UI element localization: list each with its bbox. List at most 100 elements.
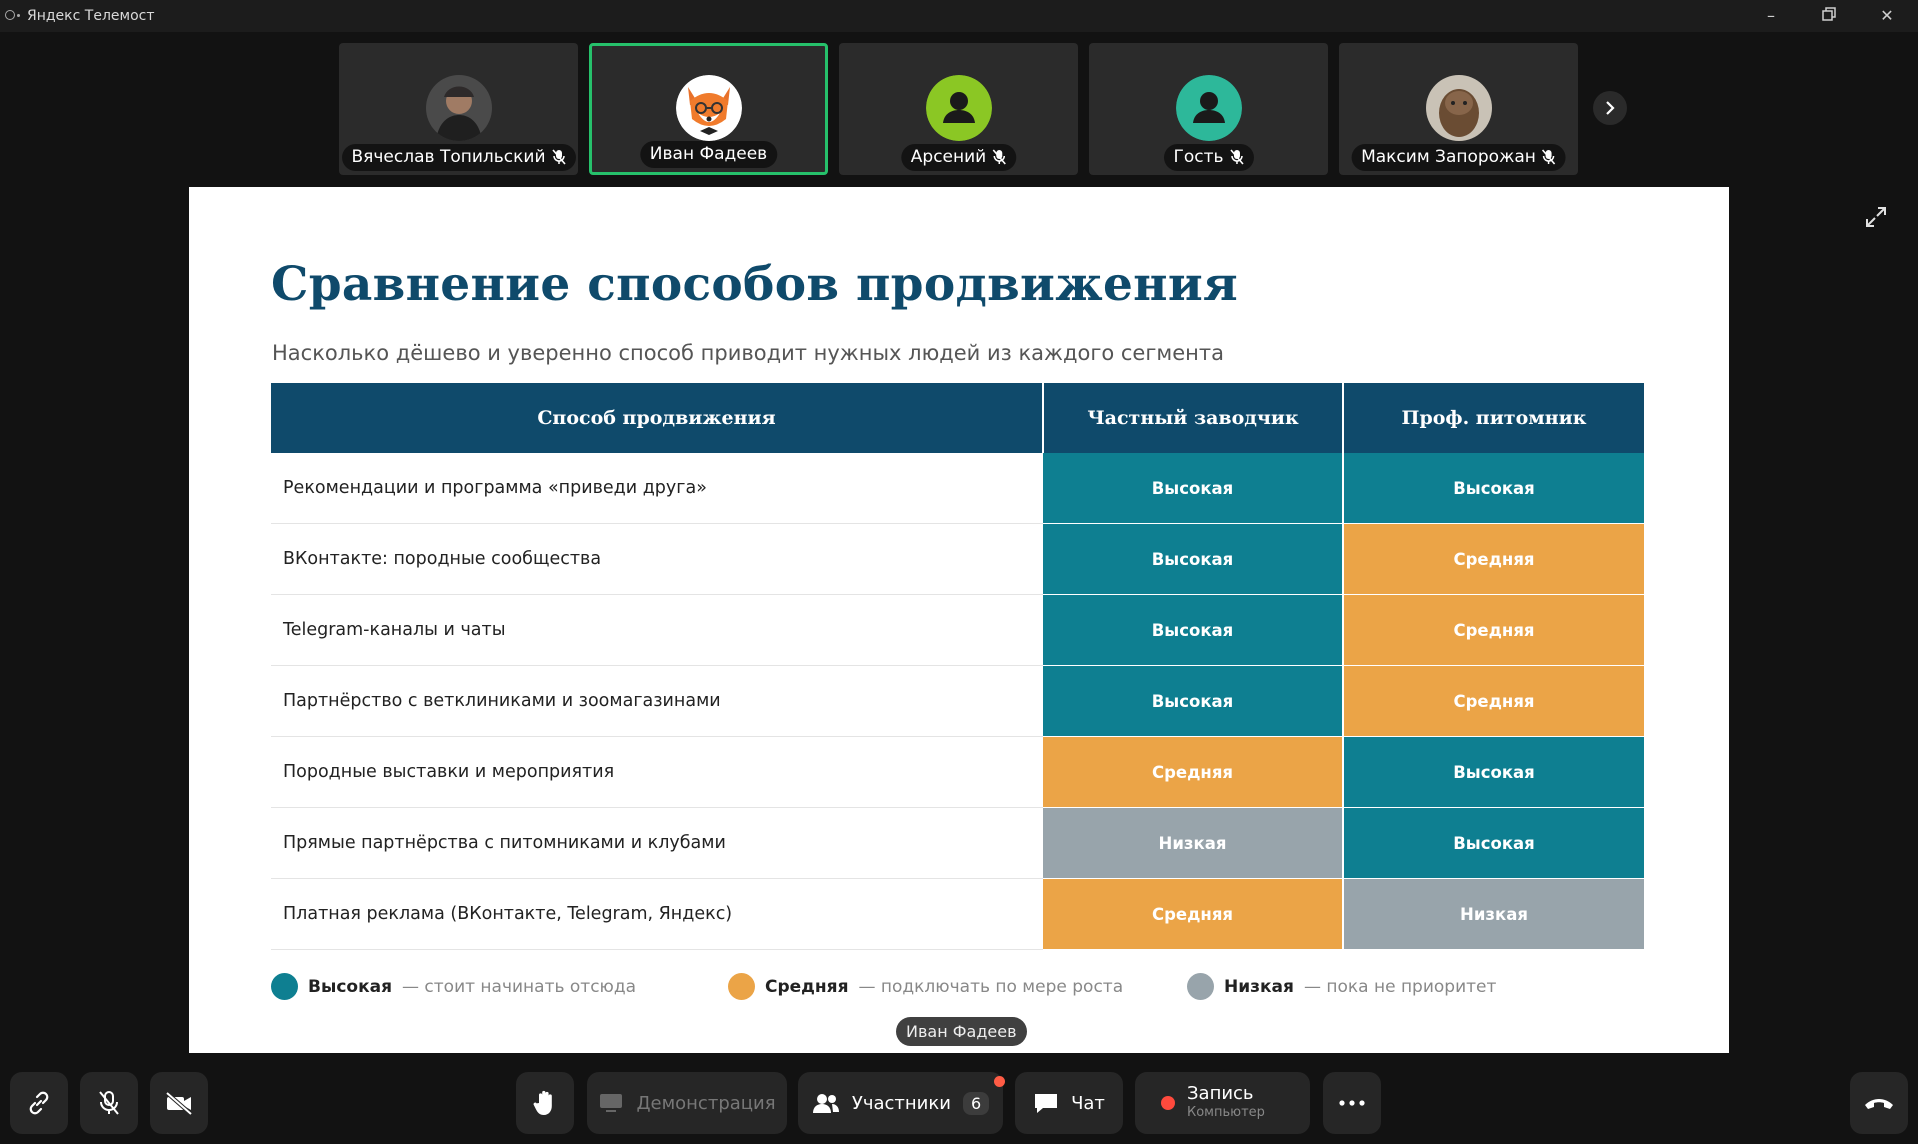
- participant-name-pill: Иван Фадеев: [639, 141, 778, 168]
- legend-item-high: Высокая — стоит начинать отсюда: [271, 973, 636, 1000]
- table-row: Прямые партнёрства с питомниками и клуба…: [271, 807, 1644, 879]
- record-text: Запись Компьютер: [1187, 1084, 1265, 1122]
- minimize-button[interactable]: –: [1754, 4, 1788, 28]
- app-logo-dot: [17, 14, 20, 17]
- private-breeder-rating: Высокая: [1043, 523, 1344, 595]
- restore-icon: [1822, 7, 1836, 21]
- more-dots-icon: [1339, 1100, 1365, 1106]
- private-breeder-rating: Высокая: [1043, 594, 1344, 666]
- mic-muted-icon: [1229, 149, 1244, 165]
- participant-tile[interactable]: Гость: [1089, 43, 1328, 175]
- legend-label: Высокая: [308, 976, 393, 997]
- participants-label: Участники: [851, 1092, 951, 1114]
- shared-slide: Сравнение способов продвижения Насколько…: [189, 187, 1729, 1053]
- mic-off-icon: [99, 1091, 119, 1115]
- participant-name: Иван Фадеев: [649, 144, 768, 164]
- method-cell: ВКонтакте: породные сообщества: [271, 523, 1043, 595]
- hang-up-icon: [1865, 1099, 1893, 1109]
- presenter-label: Иван Фадеев: [896, 1017, 1027, 1046]
- bottom-toolbar: Демонстрация Участники 6 Чат Запись Комп…: [0, 1065, 1918, 1144]
- legend-desc: — подключать по мере роста: [858, 976, 1124, 997]
- photo-avatar: [425, 75, 492, 141]
- more-options-button[interactable]: [1323, 1072, 1381, 1134]
- kennel-rating: Низкая: [1343, 878, 1644, 950]
- table-header-row: Способ продвижения Частный заводчик Проф…: [271, 383, 1644, 453]
- mic-muted-icon: [1542, 149, 1556, 165]
- method-cell: Рекомендации и программа «приведи друга»: [271, 453, 1043, 524]
- participants-button[interactable]: Участники 6: [798, 1072, 1005, 1134]
- mic-muted-icon: [992, 149, 1006, 165]
- participant-tile[interactable]: Арсений: [839, 43, 1078, 175]
- record-sub-label: Компьютер: [1187, 1105, 1265, 1120]
- participant-name: Арсений: [910, 147, 987, 167]
- participant-tile-active[interactable]: Иван Фадеев: [589, 43, 828, 175]
- close-window-button[interactable]: ✕: [1870, 4, 1904, 28]
- private-breeder-rating: Высокая: [1043, 453, 1344, 524]
- slide-subtitle: Насколько дёшево и уверенно способ приво…: [272, 341, 1224, 365]
- legend-label: Средняя: [765, 976, 849, 997]
- legend-dot: [1187, 973, 1214, 1000]
- method-cell: Породные выставки и мероприятия: [271, 736, 1043, 808]
- participants-count: 6: [962, 1091, 990, 1115]
- legend: Высокая — стоит начинать отсюда Средняя …: [189, 973, 1729, 1003]
- private-breeder-rating: Низкая: [1043, 807, 1344, 879]
- kennel-rating: Высокая: [1343, 453, 1644, 524]
- raise-hand-button[interactable]: [516, 1072, 574, 1134]
- kennel-rating: Высокая: [1343, 736, 1644, 808]
- private-breeder-rating: Средняя: [1043, 736, 1344, 808]
- table-row: Telegram-каналы и чаты Высокая Средняя: [271, 594, 1644, 666]
- legend-dot: [728, 973, 755, 1000]
- table-row: ВКонтакте: породные сообщества Высокая Сре…: [271, 523, 1644, 595]
- participant-tile[interactable]: Вячеслав Топильский: [339, 43, 578, 175]
- record-button[interactable]: Запись Компьютер: [1135, 1072, 1310, 1134]
- restore-button[interactable]: [1812, 4, 1846, 28]
- legend-item-low: Низкая — пока не приоритет: [1187, 973, 1496, 1000]
- window-title: Яндекс Телемост: [27, 8, 155, 24]
- participant-name-pill: Вячеслав Топильский: [341, 144, 576, 171]
- table-row: Рекомендации и программа «приведи друга»…: [271, 453, 1644, 524]
- kennel-rating: Высокая: [1343, 807, 1644, 879]
- leave-call-button[interactable]: [1850, 1072, 1908, 1134]
- private-breeder-rating: Высокая: [1043, 665, 1344, 737]
- record-dot-icon: [1161, 1096, 1175, 1110]
- title-bar: Яндекс Телемост – ✕: [0, 0, 1918, 32]
- method-cell: Telegram-каналы и чаты: [271, 594, 1043, 666]
- legend-desc: — пока не приоритет: [1303, 976, 1497, 997]
- column-header: Проф. питомник: [1343, 383, 1644, 453]
- chat-button[interactable]: Чат: [1015, 1072, 1123, 1134]
- microphone-toggle-button[interactable]: [80, 1072, 138, 1134]
- hand-icon: [533, 1090, 552, 1115]
- column-header: Частный заводчик: [1043, 383, 1344, 453]
- table-row: Породные выставки и мероприятия Средняя Вы…: [271, 736, 1644, 808]
- participant-tile[interactable]: Максим Запорожан: [1339, 43, 1578, 175]
- generic-user-avatar: [925, 75, 992, 141]
- expand-icon: [1866, 207, 1886, 227]
- users-icon: [812, 1094, 839, 1113]
- method-cell: Прямые партнёрства с питомниками и клуба…: [271, 807, 1043, 879]
- kennel-rating: Средняя: [1343, 594, 1644, 666]
- chat-icon: [1035, 1094, 1058, 1113]
- participant-name: Максим Запорожан: [1361, 147, 1536, 167]
- generic-user-avatar: [1175, 75, 1242, 141]
- participant-name: Вячеслав Топильский: [351, 147, 546, 167]
- mic-muted-icon: [551, 149, 566, 165]
- column-header: Способ продвижения: [271, 383, 1044, 453]
- private-breeder-rating: Средняя: [1043, 878, 1344, 950]
- copy-link-button[interactable]: [10, 1072, 68, 1134]
- participant-name-pill: Гость: [1163, 144, 1254, 171]
- legend-item-mid: Средняя — подключать по мере роста: [728, 973, 1123, 1000]
- screen-share-button[interactable]: Демонстрация: [587, 1072, 787, 1134]
- method-cell: Партнёрство с ветклиниками и зоомагазина…: [271, 665, 1043, 737]
- fox-avatar: [675, 75, 742, 141]
- next-participants-button[interactable]: [1593, 91, 1627, 125]
- kennel-rating: Средняя: [1343, 665, 1644, 737]
- notification-dot: [994, 1076, 1005, 1087]
- legend-desc: — стоит начинать отсюда: [402, 976, 637, 997]
- participant-name: Гость: [1173, 147, 1224, 167]
- photo-avatar: [1425, 75, 1492, 141]
- comparison-table: Способ продвижения Частный заводчик Проф…: [271, 383, 1644, 950]
- camera-toggle-button[interactable]: [150, 1072, 208, 1134]
- fullscreen-button[interactable]: [1860, 201, 1892, 233]
- camera-off-icon: [165, 1091, 193, 1116]
- link-icon: [29, 1091, 49, 1115]
